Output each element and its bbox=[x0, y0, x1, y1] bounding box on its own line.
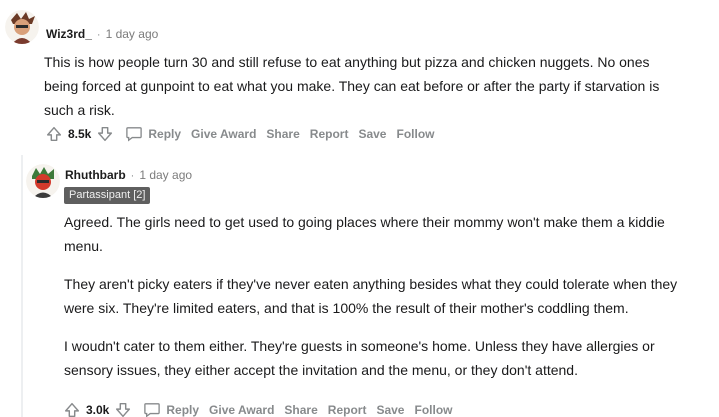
give-award-button[interactable]: Give Award bbox=[191, 127, 256, 141]
downvote-icon[interactable] bbox=[113, 400, 133, 417]
reply-button[interactable]: Reply bbox=[143, 402, 199, 417]
username[interactable]: Rhuthbarb bbox=[65, 168, 126, 182]
downvote-icon[interactable] bbox=[95, 124, 115, 144]
comment-actions: 8.5k Reply Give Award Share Report Save … bbox=[44, 124, 434, 144]
separator-dot: · bbox=[96, 29, 101, 41]
comment-paragraph: Agreed. The girls need to get used to go… bbox=[64, 214, 665, 254]
save-button[interactable]: Save bbox=[358, 127, 386, 141]
comment-paragraph: This is how people turn 30 and still ref… bbox=[44, 54, 660, 118]
comment-header: Rhuthbarb · 1 day ago bbox=[65, 168, 192, 182]
timestamp[interactable]: 1 day ago bbox=[106, 27, 159, 41]
save-button[interactable]: Save bbox=[376, 403, 404, 417]
share-button[interactable]: Share bbox=[284, 403, 317, 417]
comment-actions: 3.0k Reply Give Award Share Report Save … bbox=[62, 400, 452, 417]
report-button[interactable]: Report bbox=[310, 127, 349, 141]
report-button[interactable]: Report bbox=[328, 403, 367, 417]
avatar-icon bbox=[5, 10, 39, 44]
follow-button[interactable]: Follow bbox=[396, 127, 434, 141]
reply-label: Reply bbox=[166, 403, 200, 417]
avatar[interactable] bbox=[5, 10, 39, 44]
upvote-icon[interactable] bbox=[62, 400, 82, 417]
reply-icon bbox=[144, 403, 161, 417]
upvote-icon[interactable] bbox=[44, 124, 64, 144]
user-flair: Partassipant [2] bbox=[64, 187, 151, 204]
separator-dot: · bbox=[130, 170, 135, 182]
thread-line[interactable] bbox=[21, 155, 23, 417]
avatar-icon bbox=[26, 164, 60, 198]
follow-button[interactable]: Follow bbox=[414, 403, 452, 417]
comment-paragraph: I woudn't cater to them either. They're … bbox=[64, 338, 655, 378]
comment-body: Agreed. The girls need to get used to go… bbox=[64, 210, 694, 396]
reply-button[interactable]: Reply bbox=[125, 126, 181, 142]
comment-header: Wiz3rd_ · 1 day ago bbox=[46, 27, 158, 41]
username[interactable]: Wiz3rd_ bbox=[46, 27, 92, 41]
vote-score: 8.5k bbox=[68, 127, 92, 141]
reply-icon bbox=[126, 127, 143, 142]
reply-label: Reply bbox=[148, 127, 182, 141]
timestamp[interactable]: 1 day ago bbox=[139, 168, 192, 182]
give-award-button[interactable]: Give Award bbox=[209, 403, 274, 417]
avatar[interactable] bbox=[26, 164, 60, 198]
share-button[interactable]: Share bbox=[266, 127, 299, 141]
comment-paragraph: They aren't picky eaters if they've neve… bbox=[64, 276, 678, 316]
vote-score: 3.0k bbox=[86, 403, 110, 417]
